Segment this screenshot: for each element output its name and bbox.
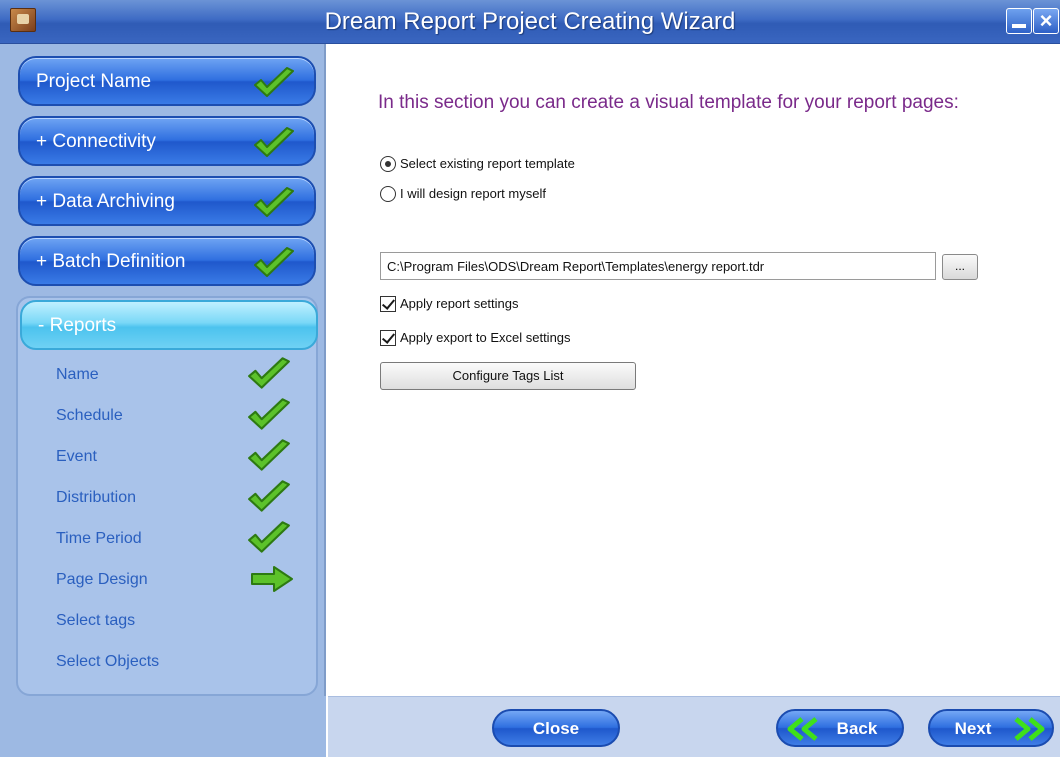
checkbox-checked-icon[interactable] [380, 296, 396, 312]
substep-time-period[interactable]: Time Period [56, 521, 290, 558]
back-label: Back [836, 719, 878, 738]
substep-label: Distribution [56, 489, 137, 506]
substep-label: Select Objects [56, 653, 160, 670]
minimize-button[interactable] [1006, 8, 1032, 34]
checkbox-label: Apply export to Excel settings [400, 330, 571, 345]
substep-schedule[interactable]: Schedule [56, 398, 290, 435]
step-label: - Reports [38, 315, 117, 336]
sidebar-footer [0, 696, 326, 757]
close-window-button[interactable]: × [1033, 8, 1059, 34]
checkmark-icon [248, 357, 290, 389]
step-reports[interactable]: - Reports [20, 300, 318, 350]
checkmark-icon [254, 127, 294, 157]
checkmark-icon [248, 439, 290, 471]
window-title: Dream Report Project Creating Wizard [324, 8, 736, 35]
step-label: + Data Archiving [36, 191, 175, 212]
checkbox-label: Apply report settings [400, 296, 519, 311]
next-button[interactable]: Next [928, 709, 1054, 747]
substep-select-objects[interactable]: Select Objects [56, 645, 286, 681]
title-bar: Dream Report Project Creating Wizard × [0, 0, 1060, 44]
close-button[interactable]: Close [492, 709, 620, 747]
substep-label: Time Period [56, 530, 142, 547]
substep-label: Select tags [56, 612, 136, 629]
checkmark-icon [248, 521, 290, 553]
step-label: Project Name [36, 71, 152, 92]
current-step-arrow-icon [251, 566, 293, 592]
substep-label: Name [56, 366, 99, 383]
step-data-archiving[interactable]: + Data Archiving [18, 176, 316, 226]
step-batch-definition[interactable]: + Batch Definition [18, 236, 316, 286]
wizard-steps-panel: Project Name + Connectivity + Data Archi… [0, 44, 326, 757]
checkbox-checked-icon[interactable] [380, 330, 396, 346]
browse-button[interactable]: ... [942, 254, 978, 280]
substep-distribution[interactable]: Distribution [56, 480, 290, 517]
step-project-name[interactable]: Project Name [18, 56, 316, 106]
double-chevron-right-icon [1014, 717, 1045, 741]
checkmark-icon [254, 187, 294, 217]
checkmark-icon [248, 398, 290, 430]
checkmark-icon [254, 67, 294, 97]
page-design-panel: In this section you can create a visual … [328, 44, 1060, 696]
substep-page-design[interactable]: Page Design [56, 563, 293, 599]
wizard-footer: Close Back Next [328, 696, 1060, 757]
reports-group: - Reports Name Schedule Event Distributi… [16, 296, 318, 696]
radio-unselected-icon[interactable] [380, 186, 396, 202]
step-label: + Batch Definition [36, 251, 186, 272]
substep-label: Schedule [56, 407, 123, 424]
configure-tags-list-button[interactable]: Configure Tags List [380, 362, 636, 390]
substep-label: Event [56, 448, 97, 465]
step-label: + Connectivity [36, 131, 156, 152]
substep-label: Page Design [56, 571, 148, 588]
substep-select-tags[interactable]: Select tags [56, 604, 286, 640]
close-label: Close [532, 719, 580, 738]
template-path-field[interactable]: C:\Program Files\ODS\Dream Report\Templa… [380, 252, 936, 280]
step-connectivity[interactable]: + Connectivity [18, 116, 316, 166]
checkmark-icon [248, 480, 290, 512]
radio-label: Select existing report template [400, 156, 575, 171]
substep-name[interactable]: Name [56, 357, 290, 394]
checkmark-icon [254, 247, 294, 277]
back-button[interactable]: Back [776, 709, 904, 747]
intro-text: In this section you can create a visual … [378, 92, 959, 113]
substep-event[interactable]: Event [56, 439, 290, 476]
radio-selected-icon[interactable] [380, 156, 396, 172]
radio-label: I will design report myself [400, 186, 546, 201]
